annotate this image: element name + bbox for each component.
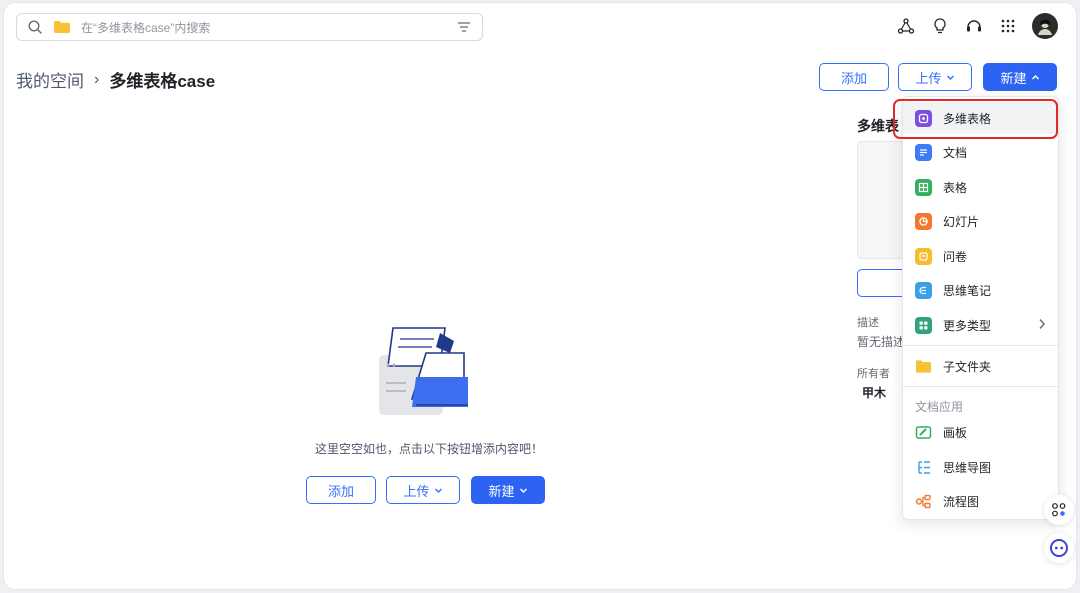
new-button[interactable]: 新建 [983, 63, 1057, 91]
chevron-down-icon [519, 488, 527, 493]
highlight-outline [893, 99, 1058, 139]
menu-item-label: 画板 [943, 425, 968, 440]
menu-item-whiteboard[interactable]: 画板 [903, 416, 1058, 448]
page-title: 多维表格case [109, 72, 216, 91]
empty-upload-label: 上传 [403, 483, 430, 499]
top-toolbar [896, 13, 1058, 39]
empty-upload-button[interactable]: 上传 [386, 476, 460, 504]
filter-icon[interactable] [456, 19, 472, 35]
menu-item-label: 幻灯片 [943, 214, 980, 229]
menu-item-label: 思维导图 [943, 460, 992, 475]
app-window: 在“多维表格case”内搜索 我的空间 › 多维表格case 添加 上传 新建 [3, 2, 1077, 590]
add-button[interactable]: 添加 [819, 63, 889, 91]
ai-assistant-icon[interactable] [1044, 533, 1074, 563]
menu-item-mindmap[interactable]: 思维导图 [903, 451, 1058, 483]
owner-label: 所有者 [857, 368, 890, 380]
mindnote-icon [915, 281, 932, 299]
search-bar[interactable]: 在“多维表格case”内搜索 [16, 13, 483, 41]
breadcrumb: 我的空间 › 多维表格case [16, 67, 215, 92]
owner-value: 甲木 [862, 386, 887, 400]
doc-icon [915, 143, 932, 161]
menu-section-label: 文档应用 [915, 400, 964, 414]
description-value: 暂无描述 [857, 335, 906, 349]
chevron-down-icon [434, 488, 442, 493]
breadcrumb-root[interactable]: 我的空间 [16, 67, 84, 92]
empty-folder-illustration [379, 327, 468, 415]
folder-icon [915, 358, 932, 375]
menu-item-label: 子文件夹 [943, 359, 992, 374]
empty-add-label: 添加 [327, 483, 354, 499]
menu-item-sheet[interactable]: 表格 [903, 171, 1058, 203]
whiteboard-icon [915, 424, 932, 441]
mindmap-icon [915, 459, 932, 476]
menu-item-mindnote[interactable]: 思维笔记 [903, 274, 1058, 306]
menu-item-label: 问卷 [943, 249, 968, 264]
folder-icon [54, 21, 70, 33]
new-dropdown-menu: 多维表格 文档 表格 幻灯片 问卷 思维笔记 更多类型 子文件夹 文档应用 画板… [902, 96, 1059, 520]
sheet-icon [915, 178, 932, 196]
lightbulb-icon[interactable] [930, 16, 950, 36]
shortcut-icon[interactable] [1044, 495, 1074, 525]
menu-item-subfolder[interactable]: 子文件夹 [903, 350, 1058, 382]
menu-item-label: 表格 [943, 180, 968, 195]
chevron-down-icon [946, 75, 954, 80]
menu-item-label: 更多类型 [943, 318, 992, 333]
chevron-up-icon [1031, 74, 1039, 79]
search-input[interactable]: 在“多维表格case”内搜索 [81, 19, 456, 36]
empty-new-label: 新建 [488, 483, 515, 499]
flowchart-icon [915, 493, 932, 510]
description-label: 描述 [857, 317, 879, 329]
menu-item-more-types[interactable]: 更多类型 [903, 309, 1058, 341]
menu-item-slides[interactable]: 幻灯片 [903, 205, 1058, 237]
add-button-label: 添加 [840, 70, 867, 86]
menu-item-doc[interactable]: 文档 [903, 136, 1058, 168]
menu-item-survey[interactable]: 问卷 [903, 240, 1058, 272]
headset-icon[interactable] [964, 16, 984, 36]
network-icon[interactable] [896, 16, 916, 36]
menu-item-flowchart[interactable]: 流程图 [903, 485, 1058, 517]
empty-new-button[interactable]: 新建 [471, 476, 545, 504]
menu-item-label: 思维笔记 [943, 283, 992, 298]
survey-icon [915, 247, 932, 265]
new-button-label: 新建 [1000, 70, 1027, 86]
breadcrumb-separator-icon: › [94, 70, 100, 88]
apps-grid-icon[interactable] [998, 16, 1018, 36]
upload-button-label: 上传 [915, 70, 942, 86]
search-icon [28, 20, 42, 34]
menu-divider [903, 345, 1058, 346]
avatar[interactable] [1032, 13, 1058, 39]
chevron-right-icon [1038, 318, 1046, 333]
empty-add-button[interactable]: 添加 [306, 476, 376, 504]
menu-divider [903, 386, 1058, 387]
more-types-icon [915, 316, 932, 334]
empty-message: 这里空空如也，点击以下按钮增添内容吧！ [314, 442, 543, 456]
upload-button[interactable]: 上传 [898, 63, 972, 91]
menu-item-label: 文档 [943, 145, 968, 160]
slides-icon [915, 212, 932, 230]
menu-item-label: 流程图 [943, 494, 980, 509]
